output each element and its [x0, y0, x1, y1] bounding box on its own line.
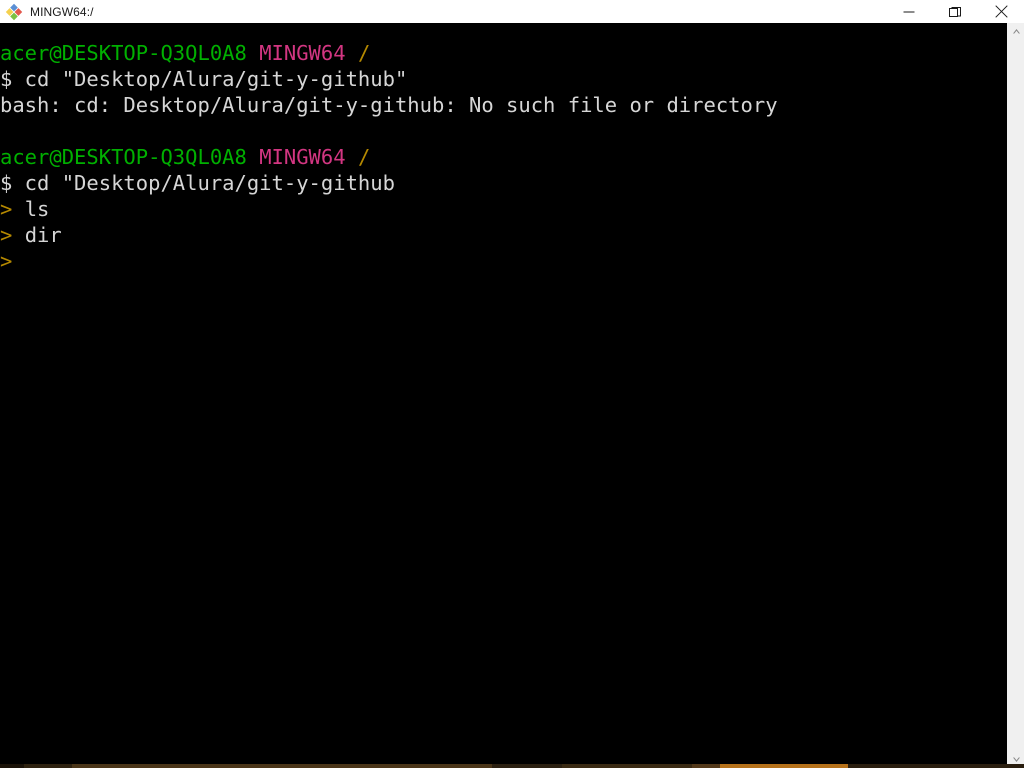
terminal-line-continuation-1: > ls: [0, 196, 1008, 222]
prompt-shell-name: MINGW64: [259, 145, 346, 169]
taskbar-segment-7: [848, 764, 1024, 768]
command-text: $ cd "Desktop/Alura/git-y-github": [0, 67, 408, 91]
maximize-restore-button[interactable]: [932, 0, 978, 23]
taskbar-segment-3: [492, 764, 562, 768]
taskbar-segment-0: [0, 764, 24, 768]
terminal-line-command-1: $ cd "Desktop/Alura/git-y-github": [0, 66, 1008, 92]
taskbar-segment-4: [562, 764, 692, 768]
output-text: bash: cd: Desktop/Alura/git-y-github: No…: [0, 93, 778, 117]
scrollbar-track[interactable]: [1008, 40, 1024, 751]
desktop-taskbar-sliver: [0, 764, 1024, 768]
continuation-marker: >: [0, 223, 25, 247]
terminal-text-buffer: acer@DESKTOP-Q3QL0A8 MINGW64 /$ cd "Desk…: [0, 23, 1008, 274]
terminal-scrollbar[interactable]: [1007, 23, 1024, 768]
prompt-user-host: acer@DESKTOP-Q3QL0A8: [0, 145, 247, 169]
taskbar-segment-5: [692, 764, 720, 768]
continuation-marker: >: [0, 249, 25, 273]
terminal-line-prompt-2: acer@DESKTOP-Q3QL0A8 MINGW64 /: [0, 144, 1008, 170]
window-controls: [886, 0, 1024, 23]
terminal-line-command-2: $ cd "Desktop/Alura/git-y-github: [0, 170, 1008, 196]
terminal-line-output-1: bash: cd: Desktop/Alura/git-y-github: No…: [0, 92, 1008, 118]
prompt-path: /: [357, 145, 371, 169]
prompt-path: /: [357, 41, 371, 65]
terminal-line-continuation-2: > dir: [0, 222, 1008, 248]
prompt-user-host: acer@DESKTOP-Q3QL0A8: [0, 41, 247, 65]
continuation-text: dir: [24, 223, 62, 247]
taskbar-segment-1: [24, 764, 72, 768]
mintty-terminal-window: MINGW64:/ acer@DESKTOP-Q3QL0A8 MINGW64 /…: [0, 0, 1024, 768]
taskbar-segment-6: [720, 764, 848, 768]
continuation-text: ls: [24, 197, 50, 221]
continuation-marker: >: [0, 197, 25, 221]
terminal-screen[interactable]: acer@DESKTOP-Q3QL0A8 MINGW64 /$ cd "Desk…: [0, 23, 1008, 768]
prompt-shell-name: MINGW64: [259, 41, 346, 65]
window-titlebar[interactable]: MINGW64:/: [0, 0, 1024, 23]
terminal-line-prompt-1: acer@DESKTOP-Q3QL0A8 MINGW64 /: [0, 40, 1008, 66]
mintty-diamond-icon: [5, 3, 23, 21]
chevron-up-icon[interactable]: [1008, 23, 1024, 40]
terminal-line-blank-1: [0, 118, 1008, 144]
command-text: $ cd "Desktop/Alura/git-y-github: [0, 171, 395, 195]
close-button[interactable]: [978, 0, 1024, 23]
window-title: MINGW64:/: [30, 4, 94, 19]
minimize-button[interactable]: [886, 0, 932, 23]
taskbar-segment-2: [72, 764, 492, 768]
terminal-line-continuation-3: >: [0, 248, 1008, 274]
